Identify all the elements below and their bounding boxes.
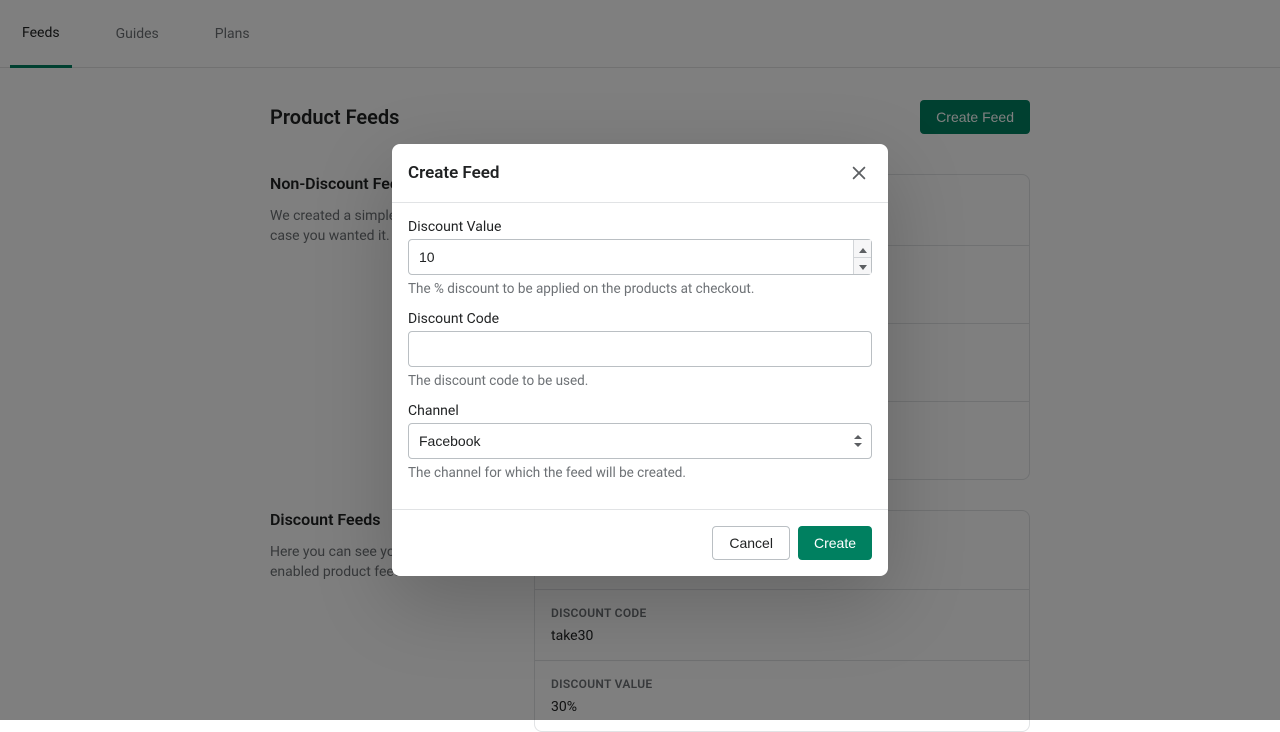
close-icon: [850, 164, 868, 182]
channel-field-label: Channel: [408, 403, 872, 419]
discount-value-help: The % discount to be applied on the prod…: [408, 281, 872, 297]
stepper-up[interactable]: [854, 240, 871, 257]
cancel-button[interactable]: Cancel: [712, 526, 790, 560]
chevron-down-icon: [859, 258, 867, 273]
channel-help: The channel for which the feed will be c…: [408, 465, 872, 481]
discount-code-help: The discount code to be used.: [408, 373, 872, 389]
discount-code-input[interactable]: [408, 331, 872, 367]
modal-overlay: Create Feed Discount Value: [0, 0, 1280, 720]
discount-value-field-label: Discount Value: [408, 219, 872, 235]
stepper-down[interactable]: [854, 257, 871, 275]
close-button[interactable]: [846, 160, 872, 186]
channel-select[interactable]: Facebook: [408, 423, 872, 459]
discount-code-field-label: Discount Code: [408, 311, 872, 327]
create-feed-modal: Create Feed Discount Value: [392, 144, 888, 576]
discount-value-input[interactable]: [408, 239, 872, 275]
chevron-up-icon: [859, 241, 867, 256]
create-button[interactable]: Create: [798, 526, 872, 560]
modal-title: Create Feed: [408, 163, 499, 183]
